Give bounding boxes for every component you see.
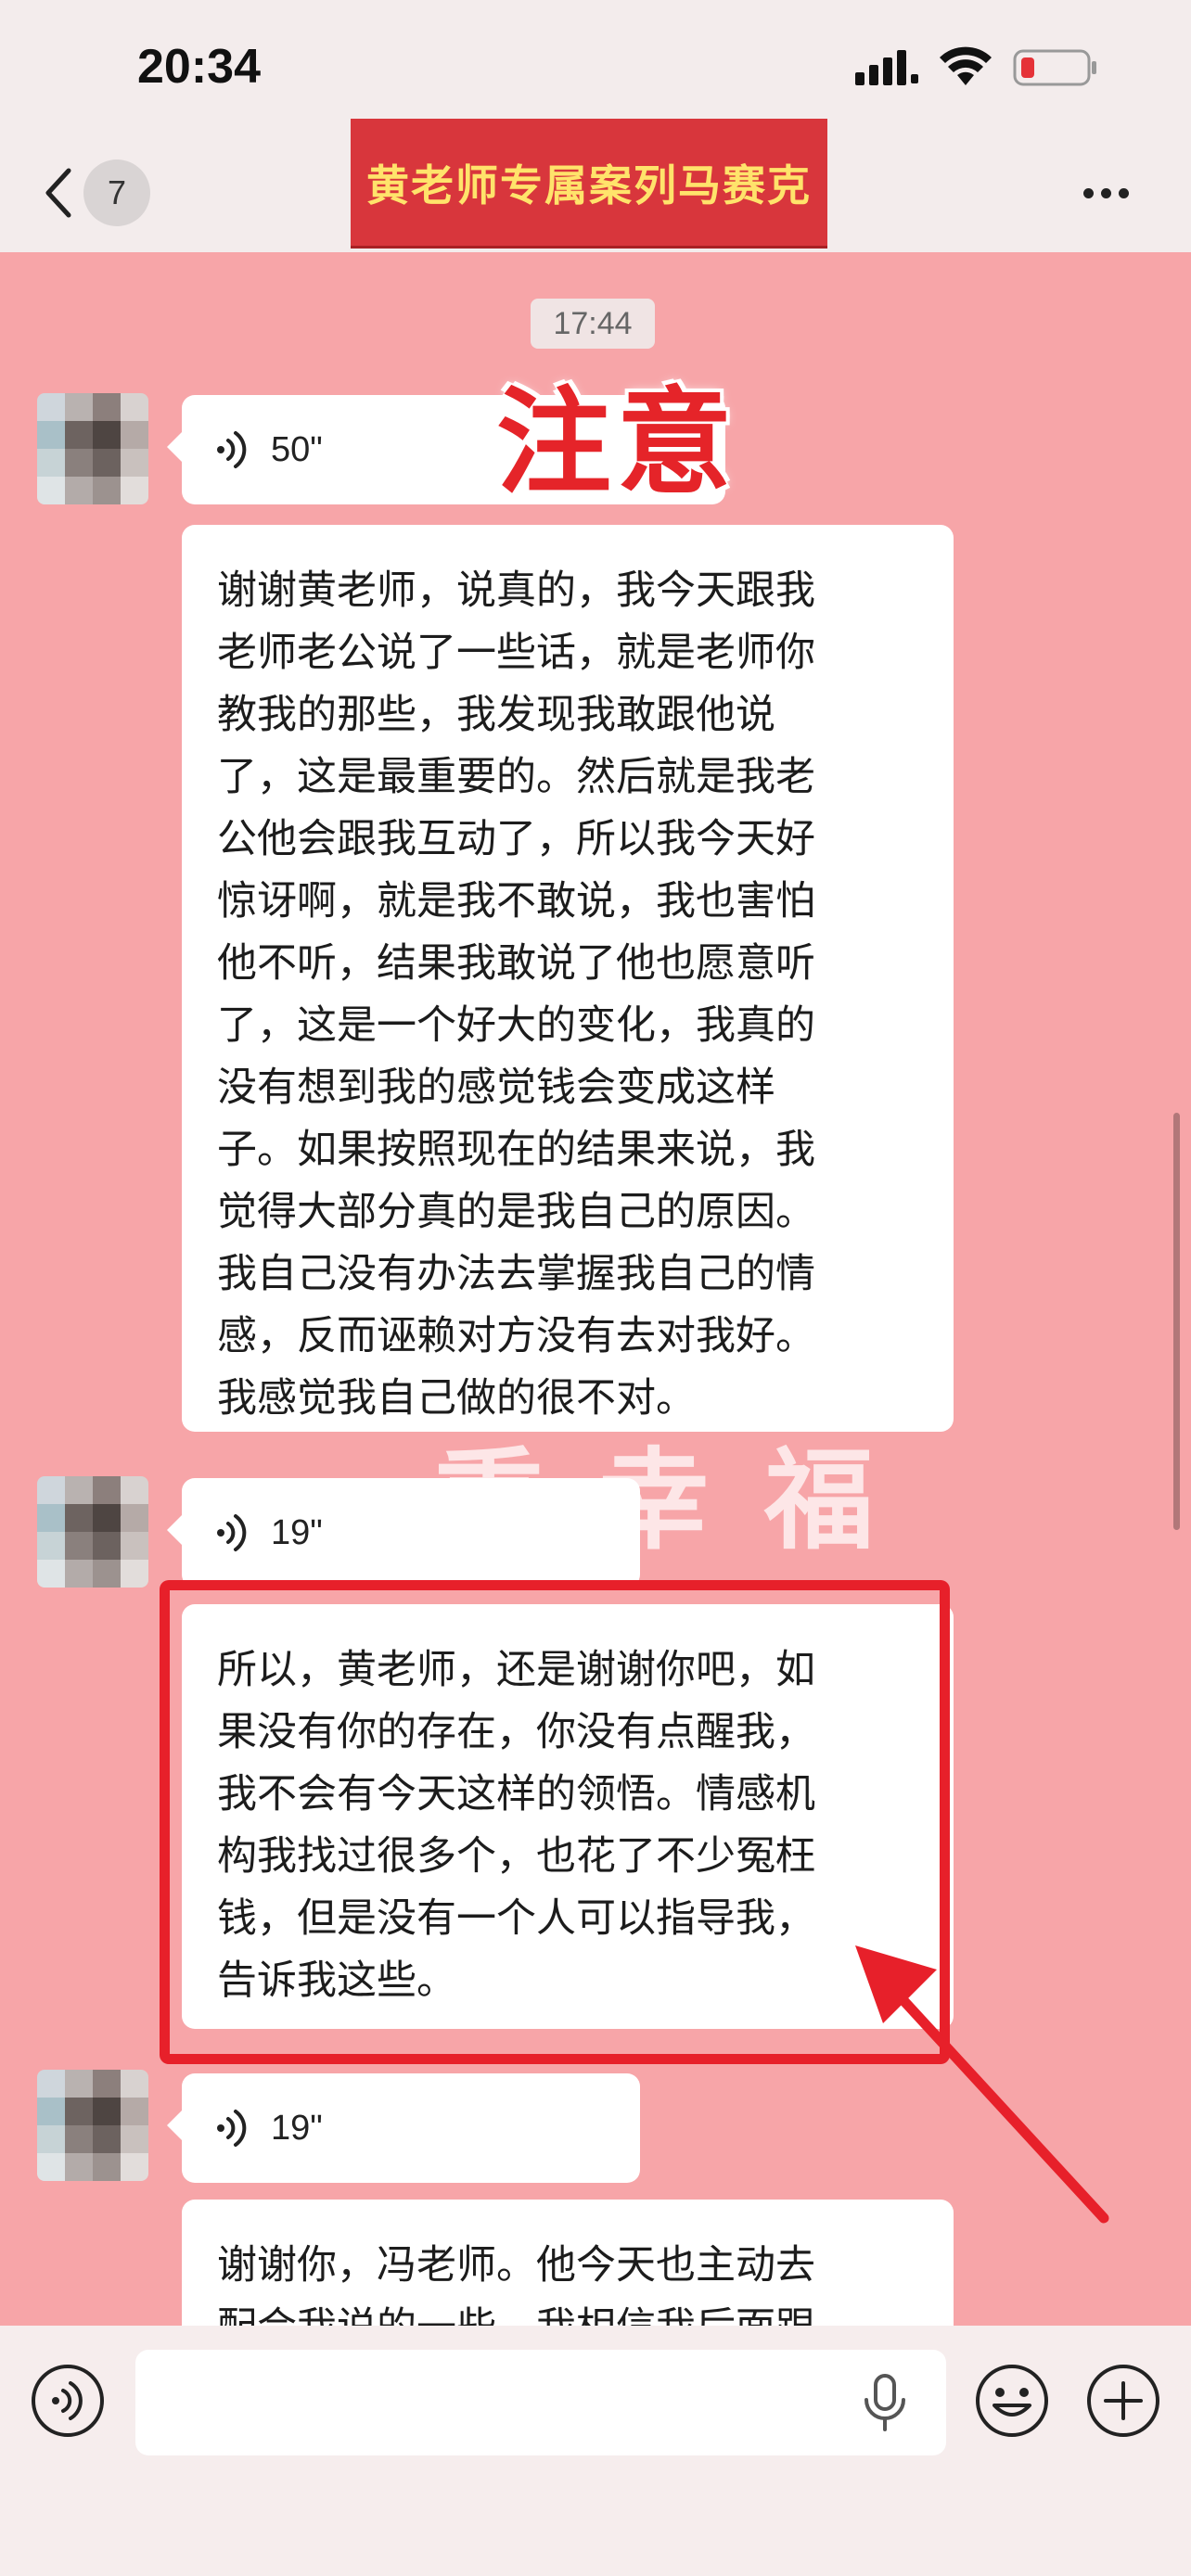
message-line: 公他会跟我互动了，所以我今天好 (217, 816, 815, 862)
plus-icon[interactable] (1085, 2363, 1161, 2439)
warning-overlay-text: 注意 (496, 376, 738, 510)
message-line: 我自己没有办法去掌握我自己的情 (217, 1251, 815, 1297)
battery-icon (1013, 49, 1096, 86)
emoji-icon[interactable] (974, 2363, 1050, 2439)
voice-duration: 19" (271, 1512, 323, 1552)
status-time: 20:34 (137, 40, 261, 94)
message-line: 惊讶啊，就是我不敢说，我也害怕 (217, 878, 815, 925)
avatar[interactable] (37, 2070, 148, 2181)
more-icon (1083, 187, 1094, 198)
wifi-icon (940, 46, 992, 85)
message-line: 谢谢你，冯老师。他今天也主动去 (217, 2242, 815, 2289)
message-line: 子。如果按照现在的结果来说，我 (217, 1127, 815, 1173)
message-line: 配合我说的一些，我相信我后面跟 (217, 2297, 918, 2326)
signal-icon (855, 50, 918, 85)
arrow-icon (855, 1945, 1109, 2224)
message-line: 没有想到我的感觉钱会变成这样 (217, 1065, 775, 1111)
chevron-left-icon (45, 168, 71, 218)
avatar[interactable] (37, 393, 148, 504)
voice-wave-icon (217, 2110, 247, 2147)
voice-message[interactable]: 19" (167, 2073, 640, 2183)
message-line: 老师老公说了一些话，就是老师你 (217, 630, 815, 676)
chat-title-text: 黄老师专属案列马赛克 (366, 159, 812, 210)
message-input[interactable] (135, 2350, 946, 2455)
voice-duration: 19" (271, 2108, 323, 2148)
chat-area[interactable]: 17:44 50" 谢谢黄老师，说真的，我今天跟我 老师老公说了一些话，就是老师… (0, 252, 1191, 2326)
back-button[interactable]: 7 (41, 156, 161, 230)
voice-wave-icon (217, 1514, 247, 1551)
voice-message[interactable]: 19" (167, 1478, 640, 1588)
voice-duration: 50" (271, 429, 323, 469)
scrollbar[interactable] (1173, 1113, 1180, 1530)
avatar[interactable] (37, 1476, 148, 1588)
message-line: 了，这是最重要的。然后就是我老 (217, 754, 815, 800)
text-message[interactable]: 谢谢黄老师，说真的，我今天跟我 老师老公说了一些话，就是老师你 教我的那些，我发… (182, 525, 954, 1432)
more-button[interactable] (1083, 184, 1139, 202)
message-line: 他不听，结果我敢说了他也愿意听 (217, 940, 815, 987)
message-line: 感，反而诬赖对方没有去对我好。 (217, 1313, 815, 1359)
chat-title: 黄老师专属案列马赛克 (351, 119, 827, 249)
voice-wave-icon (217, 431, 247, 468)
voice-toggle-button[interactable] (30, 2363, 106, 2439)
message-line: 谢谢黄老师，说真的，我今天跟我 (217, 567, 815, 614)
message-line: 教我的那些，我发现我敢跟他说 (217, 692, 775, 738)
message-line: 了，这是一个好大的变化，我真的 (217, 1002, 815, 1049)
message-timestamp: 17:44 (531, 299, 655, 349)
highlight-box (160, 1580, 950, 2064)
microphone-icon[interactable] (859, 2374, 911, 2431)
unread-count-badge: 7 (83, 159, 150, 226)
input-bar (0, 2326, 1191, 2576)
message-line: 觉得大部分真的是我自己的原因。 (217, 1189, 815, 1235)
